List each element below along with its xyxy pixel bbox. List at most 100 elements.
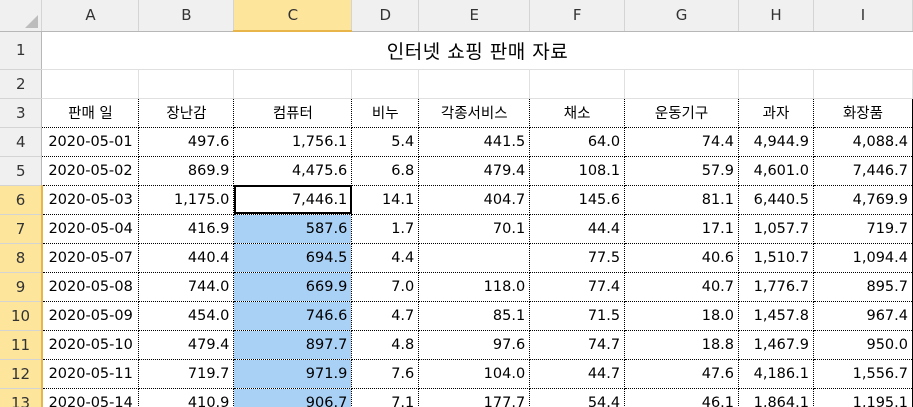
value-cell[interactable]: 1,175.0 xyxy=(138,185,235,215)
value-cell[interactable]: 1,467.9 xyxy=(738,330,814,360)
value-cell[interactable]: 108.1 xyxy=(529,156,626,186)
column-header-a[interactable]: A xyxy=(41,0,140,32)
date-cell[interactable]: 2020-05-03 xyxy=(41,185,140,215)
cell[interactable] xyxy=(233,69,353,99)
header-cell-toys[interactable]: 장난감 xyxy=(138,97,235,128)
row-header-11[interactable]: 11 xyxy=(0,330,43,360)
value-cell[interactable]: 441.5 xyxy=(418,127,531,157)
column-header-i[interactable]: I xyxy=(813,0,913,32)
row-header-5[interactable]: 5 xyxy=(0,156,43,186)
row-header-10[interactable]: 10 xyxy=(0,301,43,331)
column-header-g[interactable]: G xyxy=(624,0,740,32)
value-cell[interactable]: 145.6 xyxy=(529,185,626,215)
value-cell[interactable]: 4,186.1 xyxy=(738,359,814,389)
row-header-4[interactable]: 4 xyxy=(0,127,43,157)
value-cell[interactable]: 17.1 xyxy=(624,214,740,244)
value-cell[interactable]: 77.4 xyxy=(529,272,626,302)
value-cell[interactable]: 950.0 xyxy=(813,330,913,360)
date-cell[interactable]: 2020-05-01 xyxy=(41,127,140,157)
value-cell[interactable]: 64.0 xyxy=(529,127,626,157)
value-cell[interactable]: 906.7 xyxy=(233,388,353,407)
cell[interactable] xyxy=(529,69,626,99)
value-cell[interactable]: 4,601.0 xyxy=(738,156,814,186)
value-cell[interactable]: 1,510.7 xyxy=(738,243,814,273)
value-cell[interactable]: 44.7 xyxy=(529,359,626,389)
sheet-title-cell[interactable]: 인터넷 쇼핑 판매 자료 xyxy=(41,31,913,70)
header-cell-soap[interactable]: 비누 xyxy=(351,97,420,128)
value-cell[interactable]: 4,475.6 xyxy=(233,156,353,186)
cell[interactable] xyxy=(138,69,235,99)
date-cell[interactable]: 2020-05-10 xyxy=(41,330,140,360)
value-cell[interactable]: 440.4 xyxy=(138,243,235,273)
row-header-1[interactable]: 1 xyxy=(0,31,43,70)
value-cell[interactable]: 5.4 xyxy=(351,127,420,157)
value-cell[interactable]: 18.0 xyxy=(624,301,740,331)
row-header-7[interactable]: 7 xyxy=(0,214,43,244)
value-cell[interactable]: 897.7 xyxy=(233,330,353,360)
value-cell[interactable]: 104.0 xyxy=(418,359,531,389)
value-cell[interactable]: 74.7 xyxy=(529,330,626,360)
value-cell[interactable]: 81.1 xyxy=(624,185,740,215)
value-cell[interactable]: 46.1 xyxy=(624,388,740,407)
value-cell[interactable]: 1.7 xyxy=(351,214,420,244)
cell[interactable] xyxy=(624,69,740,99)
cell[interactable] xyxy=(41,69,140,99)
value-cell[interactable]: 1,864.1 xyxy=(738,388,814,407)
value-cell[interactable]: 77.5 xyxy=(529,243,626,273)
value-cell[interactable]: 14.1 xyxy=(351,185,420,215)
value-cell[interactable]: 70.1 xyxy=(418,214,531,244)
date-cell[interactable]: 2020-05-02 xyxy=(41,156,140,186)
value-cell[interactable]: 57.9 xyxy=(624,156,740,186)
cell[interactable] xyxy=(813,69,913,99)
date-cell[interactable]: 2020-05-14 xyxy=(41,388,140,407)
column-header-h[interactable]: H xyxy=(738,0,814,32)
value-cell[interactable]: 1,756.1 xyxy=(233,127,353,157)
row-header-8[interactable]: 8 xyxy=(0,243,43,273)
value-cell[interactable]: 54.4 xyxy=(529,388,626,407)
value-cell[interactable]: 669.9 xyxy=(233,272,353,302)
value-cell[interactable]: 587.6 xyxy=(233,214,353,244)
column-header-d[interactable]: D xyxy=(351,0,420,32)
value-cell[interactable]: 454.0 xyxy=(138,301,235,331)
value-cell[interactable]: 416.9 xyxy=(138,214,235,244)
value-cell[interactable]: 6,440.5 xyxy=(738,185,814,215)
value-cell[interactable]: 85.1 xyxy=(418,301,531,331)
value-cell[interactable]: 6.8 xyxy=(351,156,420,186)
column-header-e[interactable]: E xyxy=(418,0,531,32)
value-cell[interactable]: 404.7 xyxy=(418,185,531,215)
value-cell[interactable]: 497.6 xyxy=(138,127,235,157)
value-cell[interactable]: 719.7 xyxy=(138,359,235,389)
value-cell[interactable]: 7.0 xyxy=(351,272,420,302)
row-header-2[interactable]: 2 xyxy=(0,69,43,99)
value-cell[interactable]: 719.7 xyxy=(813,214,913,244)
date-cell[interactable]: 2020-05-09 xyxy=(41,301,140,331)
date-cell[interactable]: 2020-05-08 xyxy=(41,272,140,302)
column-header-c[interactable]: C xyxy=(233,0,353,32)
cell[interactable] xyxy=(738,69,814,99)
value-cell[interactable]: 7.6 xyxy=(351,359,420,389)
value-cell[interactable]: 40.6 xyxy=(624,243,740,273)
value-cell[interactable]: 47.6 xyxy=(624,359,740,389)
value-cell[interactable]: 4,769.9 xyxy=(813,185,913,215)
value-cell[interactable]: 479.4 xyxy=(418,156,531,186)
value-cell[interactable]: 7,446.7 xyxy=(813,156,913,186)
value-cell[interactable]: 869.9 xyxy=(138,156,235,186)
value-cell[interactable]: 694.5 xyxy=(233,243,353,273)
value-cell[interactable]: 967.4 xyxy=(813,301,913,331)
value-cell[interactable]: 1,457.8 xyxy=(738,301,814,331)
value-cell[interactable]: 44.4 xyxy=(529,214,626,244)
value-cell[interactable]: 118.0 xyxy=(418,272,531,302)
value-cell[interactable]: 746.6 xyxy=(233,301,353,331)
value-cell[interactable] xyxy=(418,243,531,273)
header-cell-vegetables[interactable]: 채소 xyxy=(529,97,626,128)
value-cell[interactable]: 7,446.1 xyxy=(233,185,353,215)
value-cell[interactable]: 177.7 xyxy=(418,388,531,407)
value-cell[interactable]: 4.4 xyxy=(351,243,420,273)
value-cell[interactable]: 74.4 xyxy=(624,127,740,157)
value-cell[interactable]: 4.8 xyxy=(351,330,420,360)
header-cell-computer[interactable]: 컴퓨터 xyxy=(233,97,353,128)
value-cell[interactable]: 479.4 xyxy=(138,330,235,360)
row-header-12[interactable]: 12 xyxy=(0,359,43,389)
value-cell[interactable]: 895.7 xyxy=(813,272,913,302)
row-header-6[interactable]: 6 xyxy=(0,185,43,215)
